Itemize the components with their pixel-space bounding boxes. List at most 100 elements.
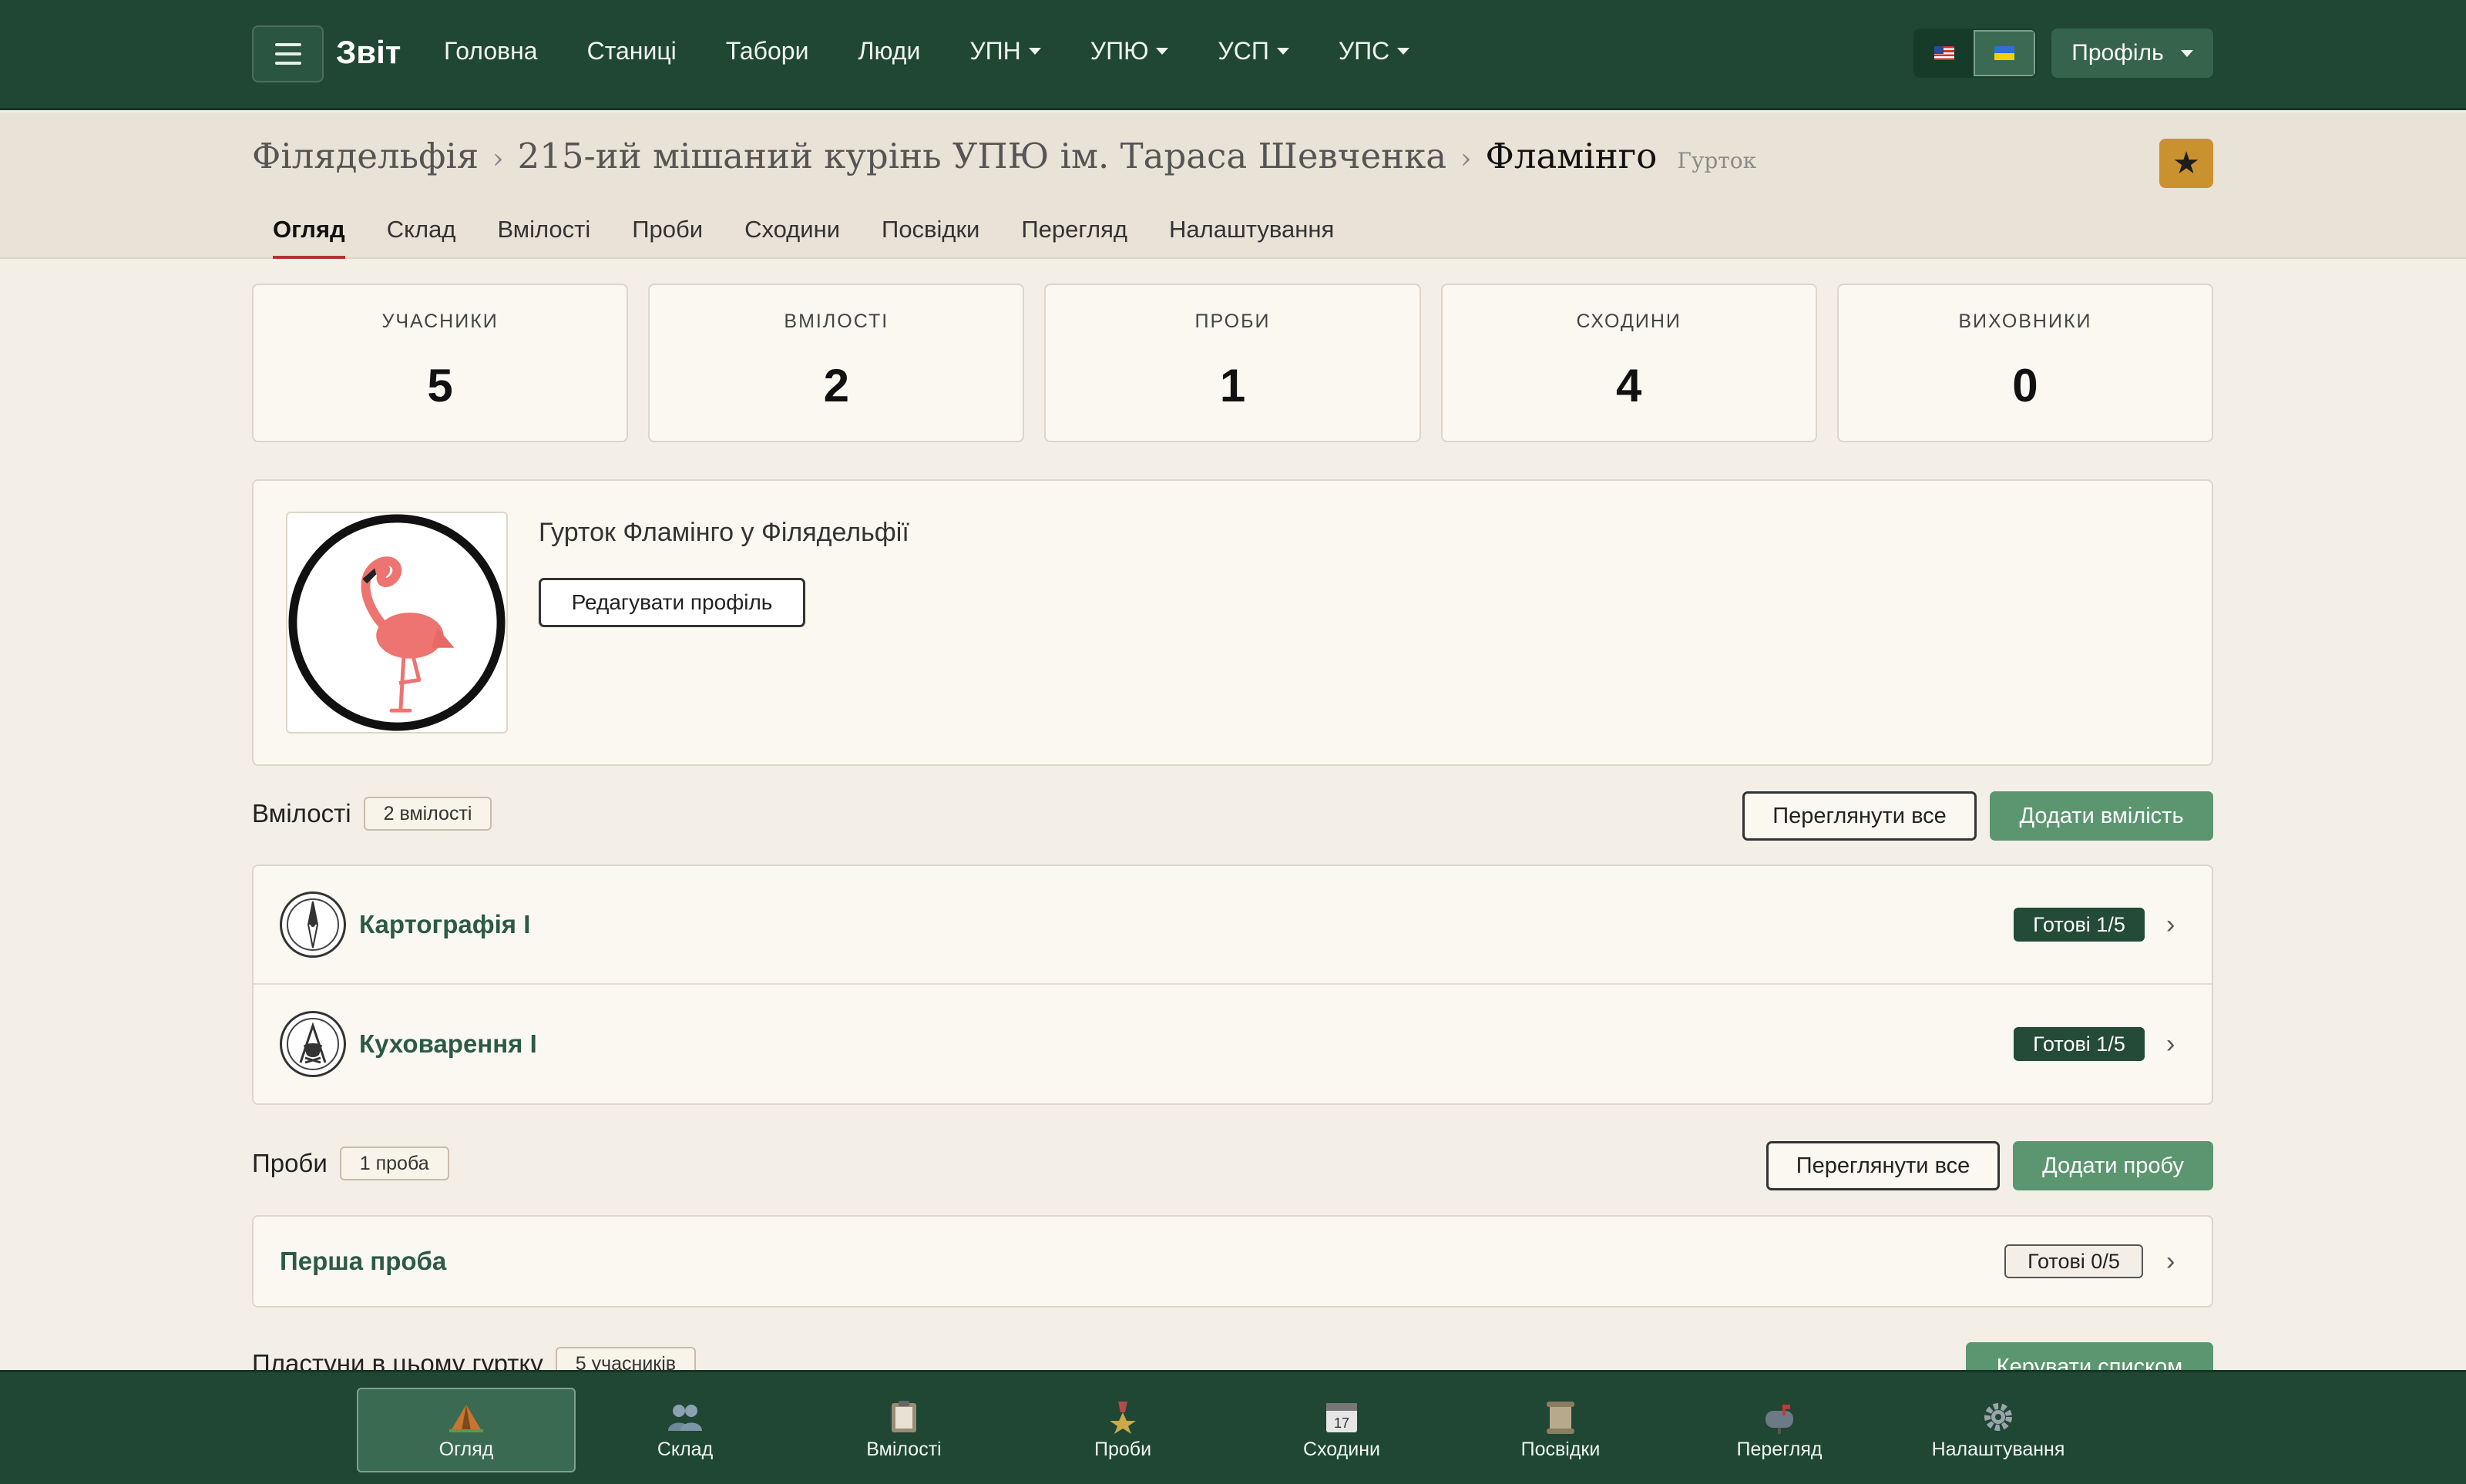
compass-icon (280, 891, 346, 958)
stat-label: ВИХОВНИКИ (1958, 311, 2092, 332)
menu-toggle-button[interactable] (252, 25, 324, 82)
top-navbar: Звіт Головна Станиці Табори Люди УПН УПЮ… (0, 0, 2466, 110)
section-title: Вмілості (252, 799, 351, 828)
tab-certificates[interactable]: Посвідки (861, 210, 1000, 259)
language-en-button[interactable] (1915, 30, 1974, 76)
campfire-icon (280, 1011, 346, 1077)
breadcrumb-item-kurin[interactable]: 215-ий мішаний курінь УПЮ ім. Тараса Шев… (518, 136, 1447, 176)
tab-meetings[interactable]: Сходини (724, 210, 861, 259)
bottom-nav-overview[interactable]: Огляд (357, 1388, 576, 1472)
status-badge: Готові 1/5 (2014, 1027, 2145, 1061)
list-item[interactable]: Картографія I Готові 1/5 › (254, 866, 2212, 985)
chevron-right-icon[interactable]: › (2166, 1247, 2175, 1277)
group-description: Гурток Фламінго у Філядельфії (539, 518, 909, 547)
stat-value: 1 (1219, 360, 1246, 411)
ukraine-flag-icon (1994, 46, 2014, 60)
tab-overview[interactable]: Огляд (252, 210, 366, 259)
section-title: Проби (252, 1149, 328, 1177)
stat-card-leaders: ВИХОВНИКИ 0 (1836, 284, 2214, 442)
tab-trials[interactable]: Проби (611, 210, 724, 259)
add-trial-button[interactable]: Додати пробу (2013, 1141, 2213, 1190)
nav-dropdown-usp[interactable]: УСП (1218, 37, 1289, 65)
stat-label: ПРОБИ (1194, 311, 1271, 332)
bottom-nav-skills[interactable]: Вмілості (795, 1388, 1013, 1472)
clipboard-icon (885, 1400, 922, 1434)
bottom-nav-roster[interactable]: Склад (576, 1388, 795, 1472)
nav-link-camps[interactable]: Табори (726, 37, 809, 65)
bottom-nav-certificates[interactable]: Посвідки (1451, 1388, 1670, 1472)
scroll-icon (1542, 1400, 1579, 1434)
nav-dropdown-upyu[interactable]: УПЮ (1090, 37, 1169, 65)
us-flag-icon (1934, 46, 1954, 60)
brand-link[interactable]: Звіт (336, 34, 401, 71)
trials-section-heading: Проби 1 проба (252, 1147, 449, 1180)
stat-card-meetings: СХОДИНИ 4 (1440, 284, 1817, 442)
mailbox-icon (1761, 1400, 1798, 1434)
breadcrumb-separator-icon: › (1460, 143, 1472, 175)
gear-icon (1980, 1400, 2017, 1434)
bottom-nav-meetings[interactable]: 17 Сходини (1232, 1388, 1451, 1472)
calendar-icon: 17 (1323, 1400, 1360, 1434)
stats-row: УЧАСНИКИ 5 ВМІЛОСТІ 2 ПРОБИ 1 СХОДИНИ 4 … (252, 284, 2214, 442)
bottom-nav-review[interactable]: Перегляд (1670, 1388, 1889, 1472)
bottom-nav-trials[interactable]: Проби (1013, 1388, 1232, 1472)
trial-name[interactable]: Перша проба (280, 1247, 446, 1276)
skill-name[interactable]: Картографія I (359, 910, 530, 939)
breadcrumb-current: Фламінго (1485, 136, 1658, 176)
favorite-button[interactable]: ★ (2159, 139, 2213, 188)
star-icon: ★ (2172, 146, 2200, 180)
view-all-trials-button[interactable]: Переглянути все (1766, 1141, 2000, 1190)
group-logo (286, 512, 508, 734)
section-tabs: Огляд Склад Вмілості Проби Сходини Посві… (252, 210, 1355, 259)
tab-settings[interactable]: Налаштування (1148, 210, 1355, 259)
breadcrumb-separator-icon: › (492, 143, 504, 175)
breadcrumb-type-label: Гурток (1677, 148, 1757, 173)
svg-text:17: 17 (1334, 1415, 1349, 1431)
trials-count-badge: 1 проба (339, 1147, 449, 1180)
edit-profile-button[interactable]: Редагувати профіль (539, 578, 805, 627)
chevron-right-icon[interactable]: › (2166, 910, 2175, 940)
nav-link-home[interactable]: Головна (444, 37, 538, 65)
nav-link-people[interactable]: Люди (858, 37, 920, 65)
skills-list: Картографія I Готові 1/5 › Куховарення I… (252, 865, 2213, 1105)
tab-review[interactable]: Перегляд (1000, 210, 1148, 259)
breadcrumb-item-city[interactable]: Філядельфія (252, 136, 479, 176)
caret-down-icon (2180, 49, 2193, 57)
language-uk-button[interactable] (1974, 30, 2035, 76)
add-skill-button[interactable]: Додати вмілість (1990, 791, 2213, 841)
profile-dropdown-button[interactable]: Профіль (2051, 29, 2213, 78)
stat-card-trials: ПРОБИ 1 (1044, 284, 1421, 442)
group-profile-card: Гурток Фламінго у Філядельфії Редагувати… (252, 479, 2213, 766)
list-item[interactable]: Куховарення I Готові 1/5 › (254, 985, 2212, 1103)
medal-icon (1104, 1400, 1141, 1434)
stat-label: ВМІЛОСТІ (784, 311, 889, 332)
skills-count-badge: 2 вмілості (363, 797, 492, 831)
skill-name[interactable]: Куховарення I (359, 1029, 537, 1059)
status-badge: Готові 0/5 (2004, 1244, 2143, 1278)
main-nav: Головна Станиці Табори Люди УПН УПЮ УСП … (444, 37, 1459, 65)
skills-section-heading: Вмілості 2 вмілості (252, 797, 492, 831)
people-icon (667, 1400, 704, 1434)
stat-label: УЧАСНИКИ (381, 311, 499, 332)
caret-down-icon (1397, 48, 1410, 55)
bottom-nav: Огляд Склад Вмілості Проби 17 Сходини По… (0, 1370, 2466, 1484)
stat-value: 5 (427, 360, 453, 411)
stat-label: СХОДИНИ (1576, 311, 1682, 332)
nav-dropdown-ups[interactable]: УПС (1339, 37, 1410, 65)
tab-skills[interactable]: Вмілості (476, 210, 611, 259)
hamburger-icon (274, 43, 301, 46)
stat-card-members: УЧАСНИКИ 5 (252, 284, 629, 442)
tent-icon (448, 1400, 485, 1434)
view-all-skills-button[interactable]: Переглянути все (1742, 791, 1977, 841)
nav-link-stations[interactable]: Станиці (587, 37, 677, 65)
flamingo-icon (288, 514, 506, 731)
bottom-nav-settings[interactable]: Налаштування (1889, 1388, 2108, 1472)
nav-dropdown-upn[interactable]: УПН (969, 37, 1041, 65)
caret-down-icon (1156, 48, 1169, 55)
breadcrumb: Філядельфія › 215-ий мішаний курінь УПЮ … (252, 136, 1756, 176)
chevron-right-icon[interactable]: › (2166, 1029, 2175, 1059)
list-item[interactable]: Перша проба Готові 0/5 › (254, 1217, 2212, 1306)
stat-value: 0 (2012, 360, 2038, 411)
stat-card-skills: ВМІЛОСТІ 2 (648, 284, 1025, 442)
tab-roster[interactable]: Склад (366, 210, 477, 259)
